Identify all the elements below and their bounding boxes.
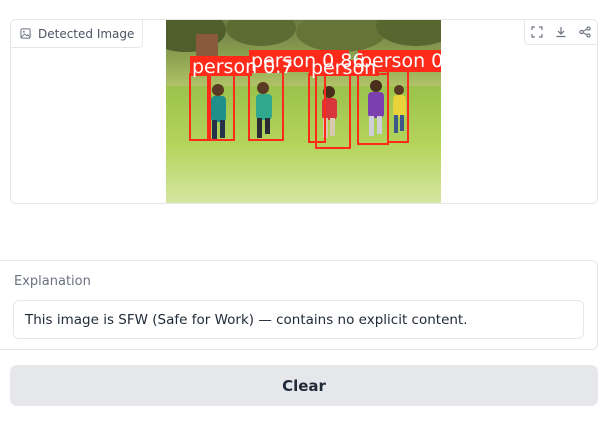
explanation-textbox[interactable]: This image is SFW (Safe for Work) — cont…	[13, 300, 584, 339]
app-root: Detected Image person 0.7 person 0.86 pe…	[0, 0, 614, 421]
image-icon	[20, 28, 31, 39]
detection-label: person 0.83	[360, 50, 441, 72]
download-button[interactable]	[549, 20, 573, 44]
share-icon	[579, 26, 591, 38]
image-toolbar	[524, 20, 597, 45]
download-icon	[556, 27, 566, 38]
clear-button[interactable]: Clear	[10, 365, 598, 406]
fullscreen-icon	[531, 26, 543, 38]
fullscreen-button[interactable]	[525, 20, 549, 44]
building-shape	[196, 34, 218, 56]
detected-image: person 0.7 person 0.86 person person 0.8…	[166, 20, 441, 203]
share-button[interactable]	[573, 20, 597, 44]
detected-image-panel: Detected Image person 0.7 person 0.86 pe…	[10, 19, 598, 204]
explanation-text: This image is SFW (Safe for Work) — cont…	[25, 311, 468, 328]
panel-label: Detected Image	[11, 20, 144, 48]
explanation-title: Explanation	[14, 274, 91, 289]
panel-label-text: Detected Image	[38, 26, 135, 41]
clear-button-label: Clear	[282, 376, 326, 395]
explanation-panel: Explanation This image is SFW (Safe for …	[0, 260, 598, 350]
